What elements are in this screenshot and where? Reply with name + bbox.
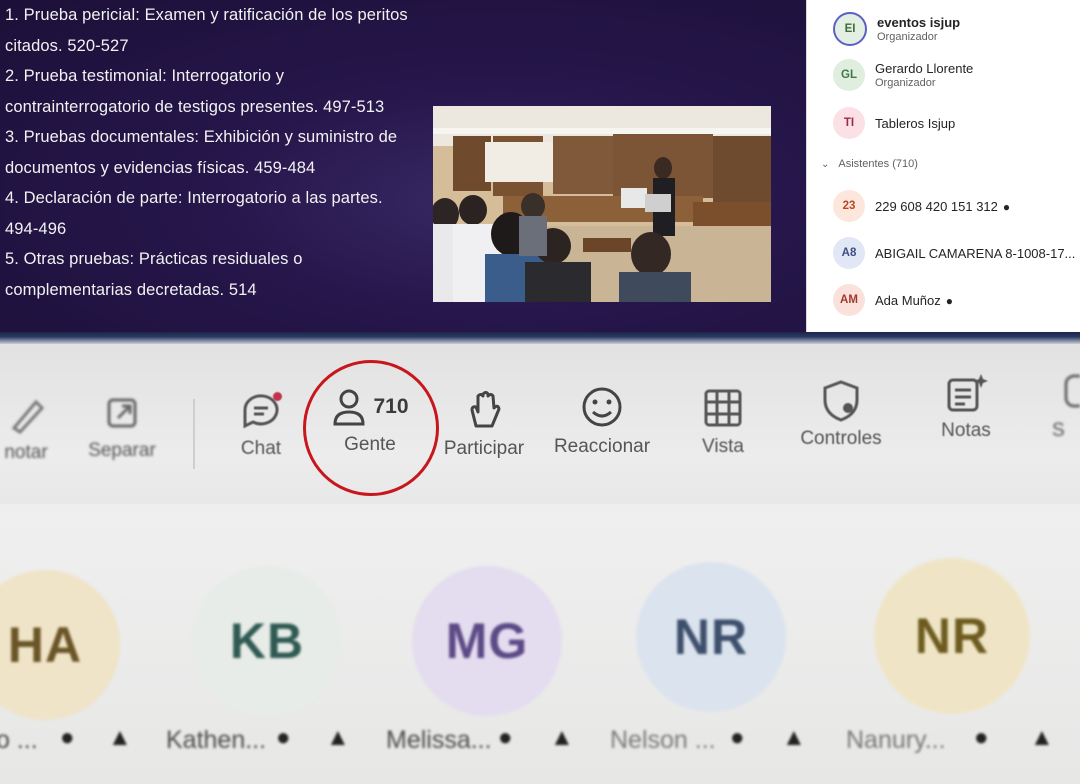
- toolbar-divider: [193, 399, 195, 469]
- slide-line: 3. Pruebas documentales: Exhibición y su…: [5, 128, 398, 146]
- react-button[interactable]: Reaccionar: [546, 386, 658, 458]
- participant-row[interactable]: 23 229 608 420 151 312 ●: [833, 190, 1010, 222]
- participant-name: eventos isjup: [877, 15, 961, 30]
- slide-line: citados. 520-527: [5, 36, 129, 55]
- more-label: S: [1052, 420, 1065, 441]
- avatar: 23: [833, 190, 865, 222]
- raise-hand-label: Participar: [443, 438, 525, 459]
- muted-icon: ●: [498, 724, 513, 751]
- participant-name: Gerardo Llorente: [875, 61, 974, 76]
- slide-line: complementarias decretadas. 514: [5, 280, 257, 299]
- controls-label: Controles: [800, 428, 882, 449]
- avatar: AM: [833, 284, 865, 316]
- toolbar-photo: notar Separar Chat 710 Gente Participar …: [0, 344, 1080, 784]
- grid-icon: [701, 386, 745, 432]
- participant-tile-avatar[interactable]: KB: [192, 566, 342, 716]
- annotate-label: notar: [4, 442, 48, 463]
- view-button[interactable]: Vista: [688, 386, 758, 458]
- meeting-toolbar: notar Separar Chat 710 Gente Participar …: [0, 344, 1080, 504]
- microphone-off-icon: ▲: [326, 724, 350, 751]
- participant-tile-avatar[interactable]: MG: [412, 566, 562, 716]
- chevron-down-icon: ⌄: [821, 158, 830, 170]
- slide-line: 1. Prueba pericial: Examen y ratificació…: [5, 6, 408, 24]
- participant-row[interactable]: AM Ada Muñoz ●: [833, 284, 953, 316]
- muted-icon: ●: [974, 724, 989, 751]
- microphone-off-icon: ▲: [550, 724, 574, 751]
- separate-button[interactable]: Separar: [80, 390, 164, 462]
- controls-button[interactable]: Controles: [786, 378, 896, 450]
- participant-tile-name: Melissa...: [386, 726, 492, 754]
- participant-tile-avatar[interactable]: NR: [636, 562, 786, 712]
- more-icon: [1052, 370, 1080, 416]
- unread-dot: [273, 392, 282, 401]
- participant-name: Tableros Isjup: [875, 115, 956, 131]
- participants-panel: EI eventos isjup Organizador GL Gerardo …: [806, 0, 1080, 332]
- slide-line: contrainterrogatorio de testigos present…: [5, 97, 385, 116]
- notes-button[interactable]: Notas: [924, 370, 1008, 442]
- slide-line: 494-496: [5, 219, 67, 238]
- courtroom-photo: [433, 106, 771, 302]
- highlight-circle-annotation: [303, 360, 439, 496]
- microphone-off-icon: ▲: [1030, 724, 1054, 751]
- participant-role: Organizador: [875, 77, 936, 89]
- annotate-button[interactable]: notar: [0, 392, 66, 464]
- participant-tile-name: Nelson ...: [610, 726, 716, 754]
- hand-icon: [464, 388, 504, 434]
- participant-name: ABIGAIL CAMARENA 8-1008-17...: [875, 245, 1076, 261]
- chat-label: Chat: [240, 438, 282, 459]
- slide-line: 4. Declaración de parte: Interrogatorio …: [5, 189, 383, 207]
- muted-icon: ●: [60, 724, 75, 751]
- microphone-muted-icon: ●: [1002, 199, 1011, 214]
- avatar: TI: [833, 107, 865, 139]
- view-label: Vista: [702, 436, 744, 457]
- shared-slide: 1. Prueba pericial: Examen y ratificació…: [0, 0, 806, 332]
- notes-label: Notas: [941, 420, 991, 441]
- avatar: A8: [833, 237, 865, 269]
- microphone-off-icon: ▲: [108, 724, 132, 751]
- slide-line: documentos y evidencias físicas. 459-484: [5, 158, 316, 177]
- participant-row-organizer[interactable]: GL Gerardo Llorente Organizador: [833, 59, 973, 91]
- react-label: Reaccionar: [553, 436, 651, 457]
- avatar: EI: [833, 12, 867, 46]
- participant-tile-name: o ...: [0, 726, 38, 754]
- slide-line: 2. Prueba testimonial: Interrogatorio y: [5, 67, 285, 85]
- participant-row[interactable]: A8 ABIGAIL CAMARENA 8-1008-17...: [833, 237, 1075, 269]
- popout-icon: [102, 390, 142, 436]
- participant-name: 229 608 420 151 312: [875, 198, 998, 214]
- smiley-icon: [580, 386, 624, 432]
- photo-separator: [0, 332, 1080, 344]
- avatar: GL: [833, 59, 865, 91]
- participant-role: Organizador: [877, 31, 938, 43]
- microphone-muted-icon: ●: [945, 293, 954, 308]
- muted-icon: ●: [730, 724, 745, 751]
- chat-icon: [239, 388, 283, 434]
- meeting-top-area: 1. Prueba pericial: Examen y ratificació…: [0, 0, 1080, 332]
- slide-text: 1. Prueba pericial: Examen y ratificació…: [5, 0, 425, 305]
- participant-row[interactable]: TI Tableros Isjup: [833, 107, 955, 139]
- participant-name: Ada Muñoz: [875, 292, 941, 308]
- participant-tile-name: Kathen...: [166, 726, 267, 754]
- muted-icon: ●: [276, 724, 291, 751]
- pen-icon: [6, 392, 46, 438]
- participant-tile-avatar[interactable]: NR: [874, 558, 1030, 714]
- attendees-section-header[interactable]: ⌄ Asistentes (710): [821, 158, 918, 170]
- more-button[interactable]: S: [1052, 370, 1080, 442]
- chat-button[interactable]: Chat: [226, 388, 296, 460]
- participant-tile-name: Nanury...: [846, 726, 946, 754]
- shield-gear-icon: [819, 378, 863, 424]
- separate-label: Separar: [88, 440, 156, 461]
- slide-line: 5. Otras pruebas: Prácticas residuales o: [5, 250, 303, 268]
- participant-tile-avatar[interactable]: HA: [0, 570, 120, 720]
- microphone-off-icon: ▲: [782, 724, 806, 751]
- attendees-header-label: Asistentes (710): [838, 158, 918, 170]
- raise-hand-button[interactable]: Participar: [436, 388, 532, 460]
- participant-row-organizer[interactable]: EI eventos isjup Organizador: [833, 12, 960, 46]
- notes-icon: [943, 370, 989, 416]
